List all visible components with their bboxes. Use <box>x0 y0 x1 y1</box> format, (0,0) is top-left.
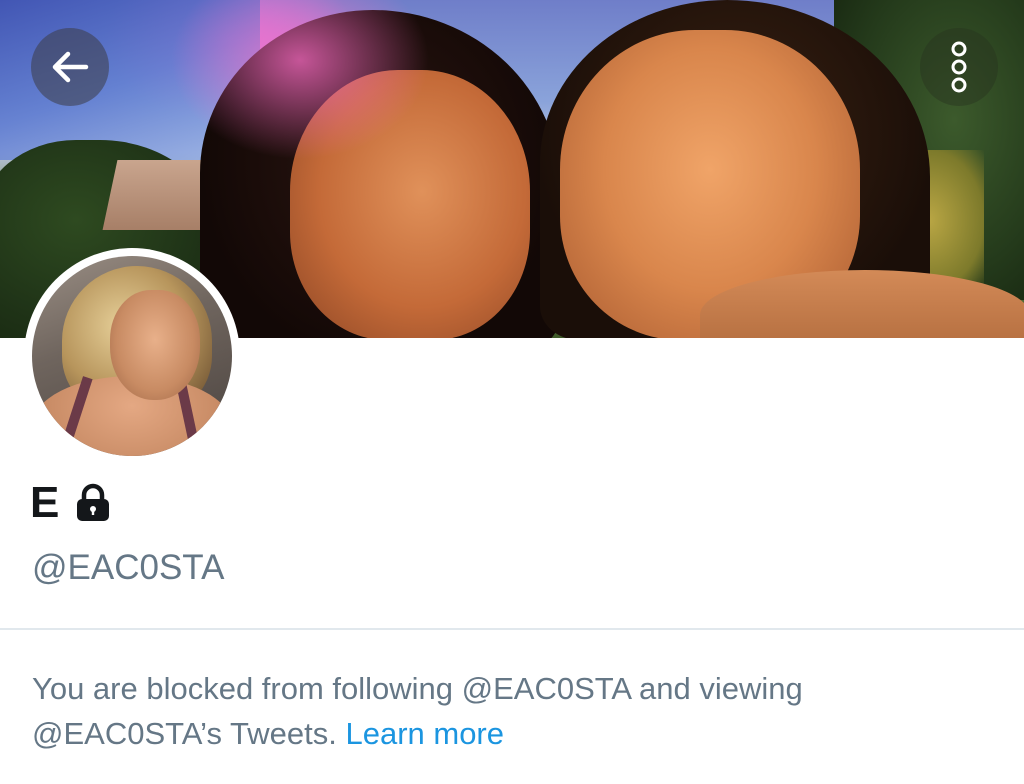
profile-handle: @EAC0STA <box>32 548 225 587</box>
profile-name-row: E <box>30 478 111 528</box>
learn-more-link[interactable]: Learn more <box>345 716 504 751</box>
more-vertical-icon <box>951 41 967 93</box>
display-name: E <box>30 478 60 527</box>
arrow-left-icon <box>52 51 89 83</box>
banner-light-glare <box>170 0 430 160</box>
profile-avatar[interactable] <box>24 248 240 464</box>
lock-icon <box>77 483 110 521</box>
avatar-face <box>110 290 200 400</box>
profile-page: E @EAC0STA You are blocked from followin… <box>0 0 1024 784</box>
more-options-button[interactable] <box>920 28 998 106</box>
section-divider <box>0 628 1024 630</box>
blocked-notice: You are blocked from following @EAC0STA … <box>32 666 992 756</box>
avatar-photo <box>32 256 232 456</box>
back-button[interactable] <box>31 28 109 106</box>
